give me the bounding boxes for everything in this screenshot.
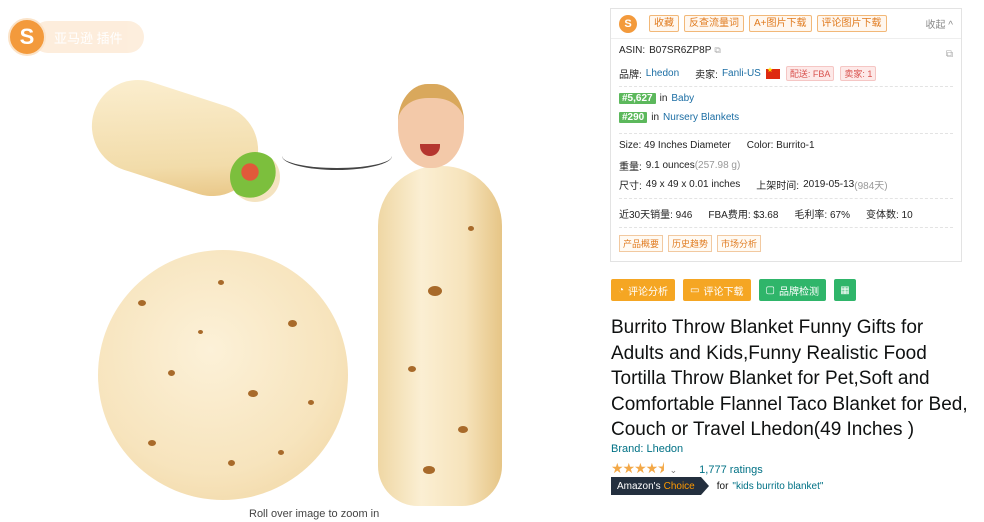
divider (619, 198, 953, 199)
plugin-logo[interactable]: S 亚马逊 插件 (8, 18, 144, 56)
brand-check-label: 品牌检测 (778, 286, 819, 298)
rank-category-link[interactable]: Nursery Blankets (663, 112, 739, 123)
listed-days: (984天) (854, 181, 888, 192)
burrito-filling-illustration (230, 152, 280, 202)
tab-history-trend[interactable]: 历史趋势 (668, 235, 713, 252)
weight-grams: (257.98 g) (694, 160, 741, 171)
reverse-keyword-button[interactable]: 反查流量词 (684, 15, 744, 32)
choice-keyword-link[interactable]: "kids burrito blanket" (732, 481, 823, 492)
choice-for-text: for (716, 480, 729, 492)
shield-icon: ▢ (765, 284, 775, 296)
aplus-image-download-button[interactable]: A+图片下载 (749, 15, 812, 32)
seller-label: 卖家: (695, 70, 718, 81)
rank-category-link[interactable]: Baby (671, 93, 694, 104)
review-download-button[interactable]: ▭ 评论下载 (683, 279, 751, 301)
dims-value: 49 x 49 x 0.01 inches (645, 179, 741, 190)
rank-badge: #290 (619, 112, 648, 123)
margin: 毛利率: 67% (794, 210, 850, 221)
plugin-info-panel: S 收藏 反查流量词 A+图片下载 评论图片下载 收起 ^ ⧉ ASIN: B0… (610, 8, 962, 262)
calculator-button[interactable]: ▦ (833, 279, 856, 301)
expand-icon[interactable]: ⧉ (946, 49, 953, 60)
zoom-hint: Roll over image to zoom in (249, 508, 380, 520)
round-tortilla-blanket-illustration (98, 250, 348, 500)
brand-label: 品牌: (619, 70, 642, 81)
kid-in-burrito-blanket-illustration (378, 166, 502, 506)
rank-in: in (659, 93, 668, 104)
calculator-icon: ▦ (840, 284, 850, 296)
plugin-action-bar: ◔ 评论分析 ▭ 评论下载 ▢ 品牌检测 ▦ (611, 279, 864, 301)
seller-count-badge: 卖家: 1 (840, 66, 877, 81)
seller-link[interactable]: Fanli-US (722, 68, 761, 79)
weight-label: 重量: (619, 162, 642, 173)
swirl-decoration (282, 142, 392, 170)
variant-count: 变体数: 10 (865, 210, 913, 221)
asin-value: B07SR6ZP8P (649, 45, 712, 56)
amazons-choice-row: Amazon's Choice for "kids burrito blanke… (611, 477, 823, 495)
logo-label: 亚马逊 插件 (32, 21, 144, 53)
tab-market-analysis[interactable]: 市场分析 (717, 235, 762, 252)
rank-in: in (651, 112, 660, 123)
color-value: Color: Burrito-1 (746, 140, 815, 151)
china-flag-icon (765, 66, 780, 79)
fba-fee: FBA费用: $3.68 (708, 210, 779, 221)
panel-toolbar: S 收藏 反查流量词 A+图片下载 评论图片下载 收起 ^ (611, 9, 961, 39)
favorite-button[interactable]: 收藏 (649, 15, 679, 32)
divider (619, 227, 953, 228)
copy-icon[interactable]: ⧉ (714, 45, 720, 56)
logo-s-icon: S (8, 18, 46, 56)
choice-word: Choice (663, 480, 695, 492)
dims-date-row: 尺寸: 49 x 49 x 0.01 inches 上架时间: 2019-05-… (619, 177, 888, 192)
collapse-toggle[interactable]: 收起 ^ (926, 16, 953, 31)
asin-label: ASIN: (619, 45, 646, 56)
pie-chart-icon: ◔ (618, 284, 625, 296)
choice-prefix: Amazon's (617, 480, 661, 492)
review-analysis-label: 评论分析 (628, 286, 669, 298)
product-image[interactable] (79, 67, 550, 510)
rank-badge: #5,627 (619, 93, 656, 104)
plugin-mini-logo-icon: S (619, 14, 637, 33)
rank-row: #5,627 in Baby (619, 93, 694, 104)
brand-link[interactable]: Lhedon (646, 68, 679, 79)
panel-tabs: 产品概要 历史趋势 市场分析 (619, 235, 766, 252)
divider (619, 86, 953, 87)
brand-store-link[interactable]: Brand: Lhedon (611, 443, 683, 455)
ratings-count-link[interactable]: 1,777 ratings (699, 464, 763, 476)
weight-row: 重量: 9.1 ounces (257.98 g) (619, 158, 740, 173)
chevron-down-icon[interactable]: ⌄ (670, 465, 678, 476)
divider (619, 133, 953, 134)
size-value: Size: 49 Inches Diameter (619, 140, 731, 151)
stats-row: 近30天销量: 946 FBA费用: $3.68 毛利率: 67% 变体数: 1… (619, 206, 913, 221)
message-icon: ▭ (690, 284, 700, 296)
review-download-label: 评论下载 (703, 286, 744, 298)
listed-value: 2019-05-13 (803, 179, 855, 190)
asin-row: ASIN: B07SR6ZP8P ⧉ (619, 45, 721, 56)
rank-row: #290 in Nursery Blankets (619, 112, 739, 123)
tab-product-overview[interactable]: 产品概要 (619, 235, 664, 252)
brand-seller-row: 品牌: Lhedon 卖家: Fanli-US 配送: FBA 卖家: 1 (619, 66, 877, 81)
dims-label: 尺寸: (619, 181, 642, 192)
sales-30d: 近30天销量: 946 (619, 210, 693, 221)
shipping-badge: 配送: FBA (785, 66, 835, 81)
review-image-download-button[interactable]: 评论图片下载 (816, 15, 887, 32)
size-color-row: Size: 49 Inches Diameter Color: Burrito-… (619, 140, 815, 151)
brand-check-button[interactable]: ▢ 品牌检测 (758, 279, 826, 301)
amazons-choice-badge: Amazon's Choice (611, 477, 709, 495)
product-title: Burrito Throw Blanket Funny Gifts for Ad… (611, 317, 968, 440)
weight-value: 9.1 ounces (645, 160, 695, 171)
review-analysis-button[interactable]: ◔ 评论分析 (611, 279, 676, 301)
listed-label: 上架时间: (756, 181, 800, 192)
